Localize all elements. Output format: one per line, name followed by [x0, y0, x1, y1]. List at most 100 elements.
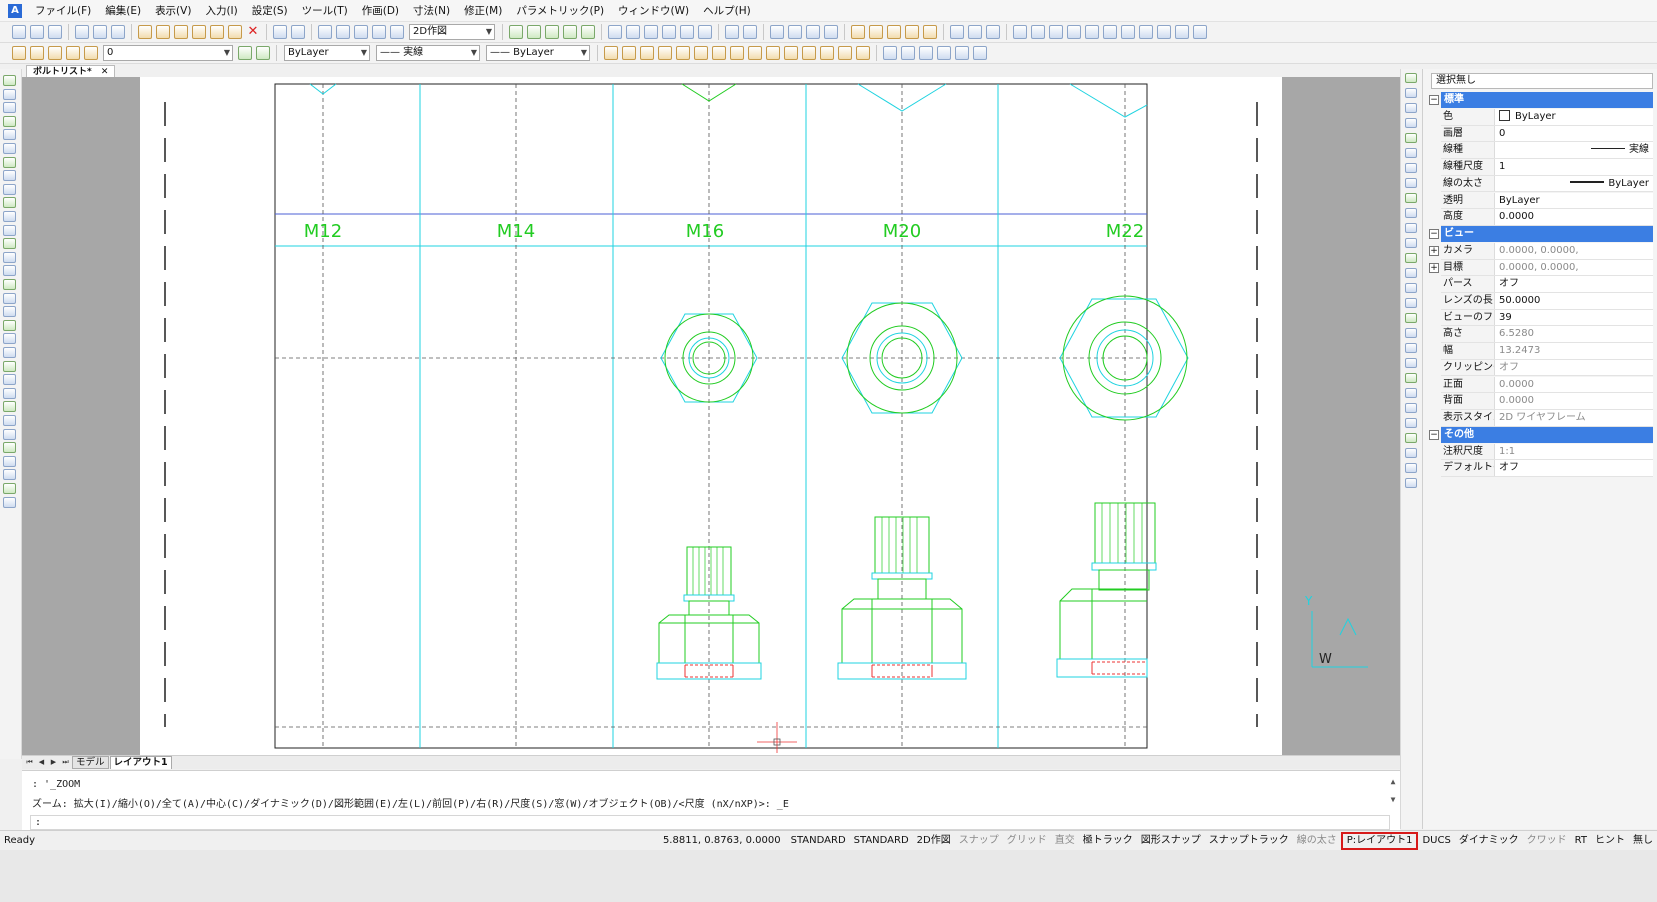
- dimension-linear-icon[interactable]: [1013, 25, 1027, 39]
- property-section[interactable]: − ビュー: [1429, 225, 1653, 242]
- ucs-object-icon[interactable]: [955, 46, 969, 60]
- menu-item[interactable]: 作画(D): [355, 0, 406, 22]
- status-toggle[interactable]: STANDARD: [787, 832, 850, 850]
- expand-icon[interactable]: +: [1429, 245, 1439, 256]
- layer-manager-icon[interactable]: [318, 25, 332, 39]
- snap-endpoint-icon[interactable]: [604, 46, 618, 60]
- property-row[interactable]: 正面 0.0000: [1441, 376, 1653, 394]
- circle-icon[interactable]: [3, 156, 16, 168]
- insert-block-icon[interactable]: [3, 224, 16, 236]
- layer-lock-icon[interactable]: [905, 25, 919, 39]
- help-icon[interactable]: [390, 25, 404, 39]
- property-value[interactable]: ByLayer: [1497, 193, 1653, 209]
- property-value[interactable]: ByLayer: [1497, 176, 1653, 192]
- table-icon[interactable]: [950, 25, 964, 39]
- property-value[interactable]: 39: [1497, 310, 1653, 326]
- status-toggle[interactable]: 図形スナップ: [1137, 832, 1205, 850]
- dimension-style-icon[interactable]: [1103, 25, 1117, 39]
- property-value[interactable]: 0: [1497, 126, 1653, 142]
- status-toggle[interactable]: 線の太さ: [1293, 832, 1341, 850]
- draw-order-icon[interactable]: [1405, 403, 1417, 413]
- scale-icon[interactable]: [3, 442, 16, 454]
- layout-icon[interactable]: [770, 25, 784, 39]
- section-title[interactable]: ビュー: [1441, 225, 1653, 242]
- tab-model[interactable]: モデル: [72, 756, 109, 769]
- group-icon[interactable]: [1405, 418, 1417, 428]
- property-value[interactable]: 13.2473: [1497, 343, 1653, 359]
- print-icon[interactable]: [75, 25, 89, 39]
- close-icon[interactable]: ✕: [101, 67, 109, 77]
- zoom-window-icon[interactable]: [563, 25, 577, 39]
- tolerance-icon[interactable]: [1139, 25, 1153, 39]
- property-row[interactable]: 線種尺度 1: [1441, 159, 1653, 176]
- scale-icon[interactable]: [1405, 133, 1417, 143]
- spline-icon[interactable]: [3, 183, 16, 195]
- copy-icon[interactable]: [156, 25, 170, 39]
- layer-freeze-icon[interactable]: [887, 25, 901, 39]
- brush-icon[interactable]: [210, 25, 224, 39]
- lengthen-icon[interactable]: [1405, 313, 1417, 323]
- edit-text-icon[interactable]: [1405, 373, 1417, 383]
- property-value[interactable]: ByLayer: [1497, 109, 1653, 125]
- property-value[interactable]: 0.0000: [1497, 377, 1653, 393]
- make-current-icon[interactable]: [238, 46, 252, 60]
- 3d-view-icon[interactable]: [743, 25, 757, 39]
- polygon-icon[interactable]: [3, 115, 16, 127]
- collapse-icon[interactable]: −: [1429, 429, 1439, 440]
- property-row[interactable]: ビューのフィー 39: [1441, 309, 1653, 327]
- dimension-diameter-icon[interactable]: [1085, 25, 1099, 39]
- property-row[interactable]: カメラ 0.0000, 0.0000,: [1441, 242, 1653, 260]
- region-icon[interactable]: [3, 292, 16, 304]
- menu-item[interactable]: ツール(T): [295, 0, 355, 22]
- break-icon[interactable]: [1405, 283, 1417, 293]
- sheet-set-icon[interactable]: [824, 25, 838, 39]
- ucs-previous-icon[interactable]: [919, 46, 933, 60]
- command-input[interactable]: :: [30, 815, 1390, 830]
- point-icon[interactable]: [3, 251, 16, 263]
- property-section[interactable]: − その他: [1429, 426, 1653, 443]
- ungroup-icon[interactable]: [1405, 433, 1417, 443]
- workspace-select[interactable]: 2D作図 ▼: [409, 24, 495, 40]
- layer-previous-icon[interactable]: [256, 46, 270, 60]
- command-scrollbar[interactable]: ▲ ▼: [1388, 777, 1398, 804]
- status-toggle[interactable]: 無し: [1629, 832, 1657, 850]
- status-toggle[interactable]: DUCS: [1418, 832, 1454, 850]
- trim-icon[interactable]: [3, 469, 16, 481]
- layer-icon[interactable]: [851, 25, 865, 39]
- property-value[interactable]: 1: [1497, 159, 1653, 175]
- dimension-radius-icon[interactable]: [1067, 25, 1081, 39]
- snap-none-icon[interactable]: [838, 46, 852, 60]
- mirror-icon[interactable]: [3, 374, 16, 386]
- property-row[interactable]: 幅 13.2473: [1441, 343, 1653, 360]
- quick-select-icon[interactable]: [1405, 478, 1417, 488]
- copy-icon[interactable]: [3, 360, 16, 372]
- rectangle-icon[interactable]: [3, 129, 16, 141]
- status-toggle[interactable]: クワッド: [1523, 832, 1571, 850]
- match-properties-icon[interactable]: [192, 25, 206, 39]
- redo-icon[interactable]: [291, 25, 305, 39]
- layer-state-icon[interactable]: [869, 25, 883, 39]
- property-row[interactable]: 高度 0.0000: [1441, 209, 1653, 226]
- new-icon[interactable]: [12, 25, 26, 39]
- snap-node-icon[interactable]: [802, 46, 816, 60]
- viewcube-icon[interactable]: [725, 25, 739, 39]
- drawing-canvas[interactable]: M12 M14 M16 M20 M22 Y W: [22, 77, 1400, 755]
- pan-icon[interactable]: [608, 25, 622, 39]
- rotate-icon[interactable]: [3, 428, 16, 440]
- align-icon[interactable]: [1405, 298, 1417, 308]
- menu-item[interactable]: 設定(S): [245, 0, 295, 22]
- snap-perpendicular-icon[interactable]: [748, 46, 762, 60]
- ellipse-arc-icon[interactable]: [3, 211, 16, 222]
- arc-icon[interactable]: [3, 143, 16, 154]
- status-toggle[interactable]: RT: [1571, 832, 1591, 850]
- hatch-icon[interactable]: [3, 265, 16, 277]
- status-toggle[interactable]: 極トラック: [1079, 832, 1137, 850]
- materials-icon[interactable]: [698, 25, 712, 39]
- edit-polyline-icon[interactable]: [1405, 328, 1417, 338]
- layer-color-icon[interactable]: [84, 46, 98, 60]
- status-toggle[interactable]: ダイナミック: [1455, 832, 1523, 850]
- paste-icon[interactable]: [174, 25, 188, 39]
- property-value[interactable]: 実線: [1497, 142, 1653, 158]
- property-row[interactable]: クリッピングオフ: [1441, 359, 1653, 377]
- first-tab-icon[interactable]: ⏮: [24, 757, 35, 768]
